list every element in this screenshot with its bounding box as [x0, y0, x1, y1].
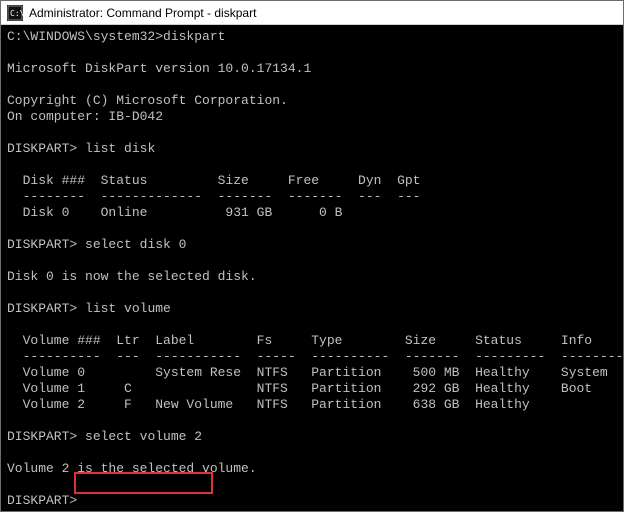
terminal-output[interactable]: C:\WINDOWS\system32>diskpart Microsoft D… — [1, 25, 623, 511]
diskpart-prompt: DISKPART> — [7, 237, 77, 252]
diskpart-prompt-final: DISKPART> — [7, 493, 77, 508]
cmd-list-disk: list disk — [85, 141, 155, 156]
version-line: Microsoft DiskPart version 10.0.17134.1 — [7, 61, 311, 76]
copyright-line: Copyright (C) Microsoft Corporation. — [7, 93, 288, 108]
disk-table-header: Disk ### Status Size Free Dyn Gpt — [7, 173, 420, 188]
volume-table-row: Volume 1 C NTFS Partition 292 GB Healthy… — [7, 381, 592, 396]
volume-table-divider: ---------- --- ----------- ----- -------… — [7, 349, 623, 364]
volume-table-row: Volume 2 F New Volume NTFS Partition 638… — [7, 397, 530, 412]
title-bar[interactable]: C:\ Administrator: Command Prompt - disk… — [1, 1, 623, 25]
cmd-icon: C:\ — [7, 5, 23, 21]
diskpart-prompt: DISKPART> — [7, 141, 77, 156]
volume-table-header: Volume ### Ltr Label Fs Type Size Status… — [7, 333, 592, 348]
selected-volume-message: Volume 2 is the selected volume. — [7, 461, 257, 476]
command-prompt-window: C:\ Administrator: Command Prompt - disk… — [0, 0, 624, 512]
selected-disk-message: Disk 0 is now the selected disk. — [7, 269, 257, 284]
cmd-list-volume: list volume — [85, 301, 171, 316]
cmd-diskpart: diskpart — [163, 29, 225, 44]
cmd-select-disk: select disk 0 — [85, 237, 186, 252]
diskpart-prompt: DISKPART> — [7, 301, 77, 316]
diskpart-prompt: DISKPART> — [7, 429, 77, 444]
computer-line: On computer: IB-D042 — [7, 109, 163, 124]
cmd-select-volume: select volume 2 — [85, 429, 202, 444]
window-title: Administrator: Command Prompt - diskpart — [29, 6, 256, 20]
cwd-prompt: C:\WINDOWS\system32> — [7, 29, 163, 44]
volume-table-row: Volume 0 System Rese NTFS Partition 500 … — [7, 365, 608, 380]
disk-table-divider: -------- ------------- ------- ------- -… — [7, 189, 420, 204]
svg-text:C:\: C:\ — [10, 9, 23, 18]
disk-table-row: Disk 0 Online 931 GB 0 B — [7, 205, 436, 220]
